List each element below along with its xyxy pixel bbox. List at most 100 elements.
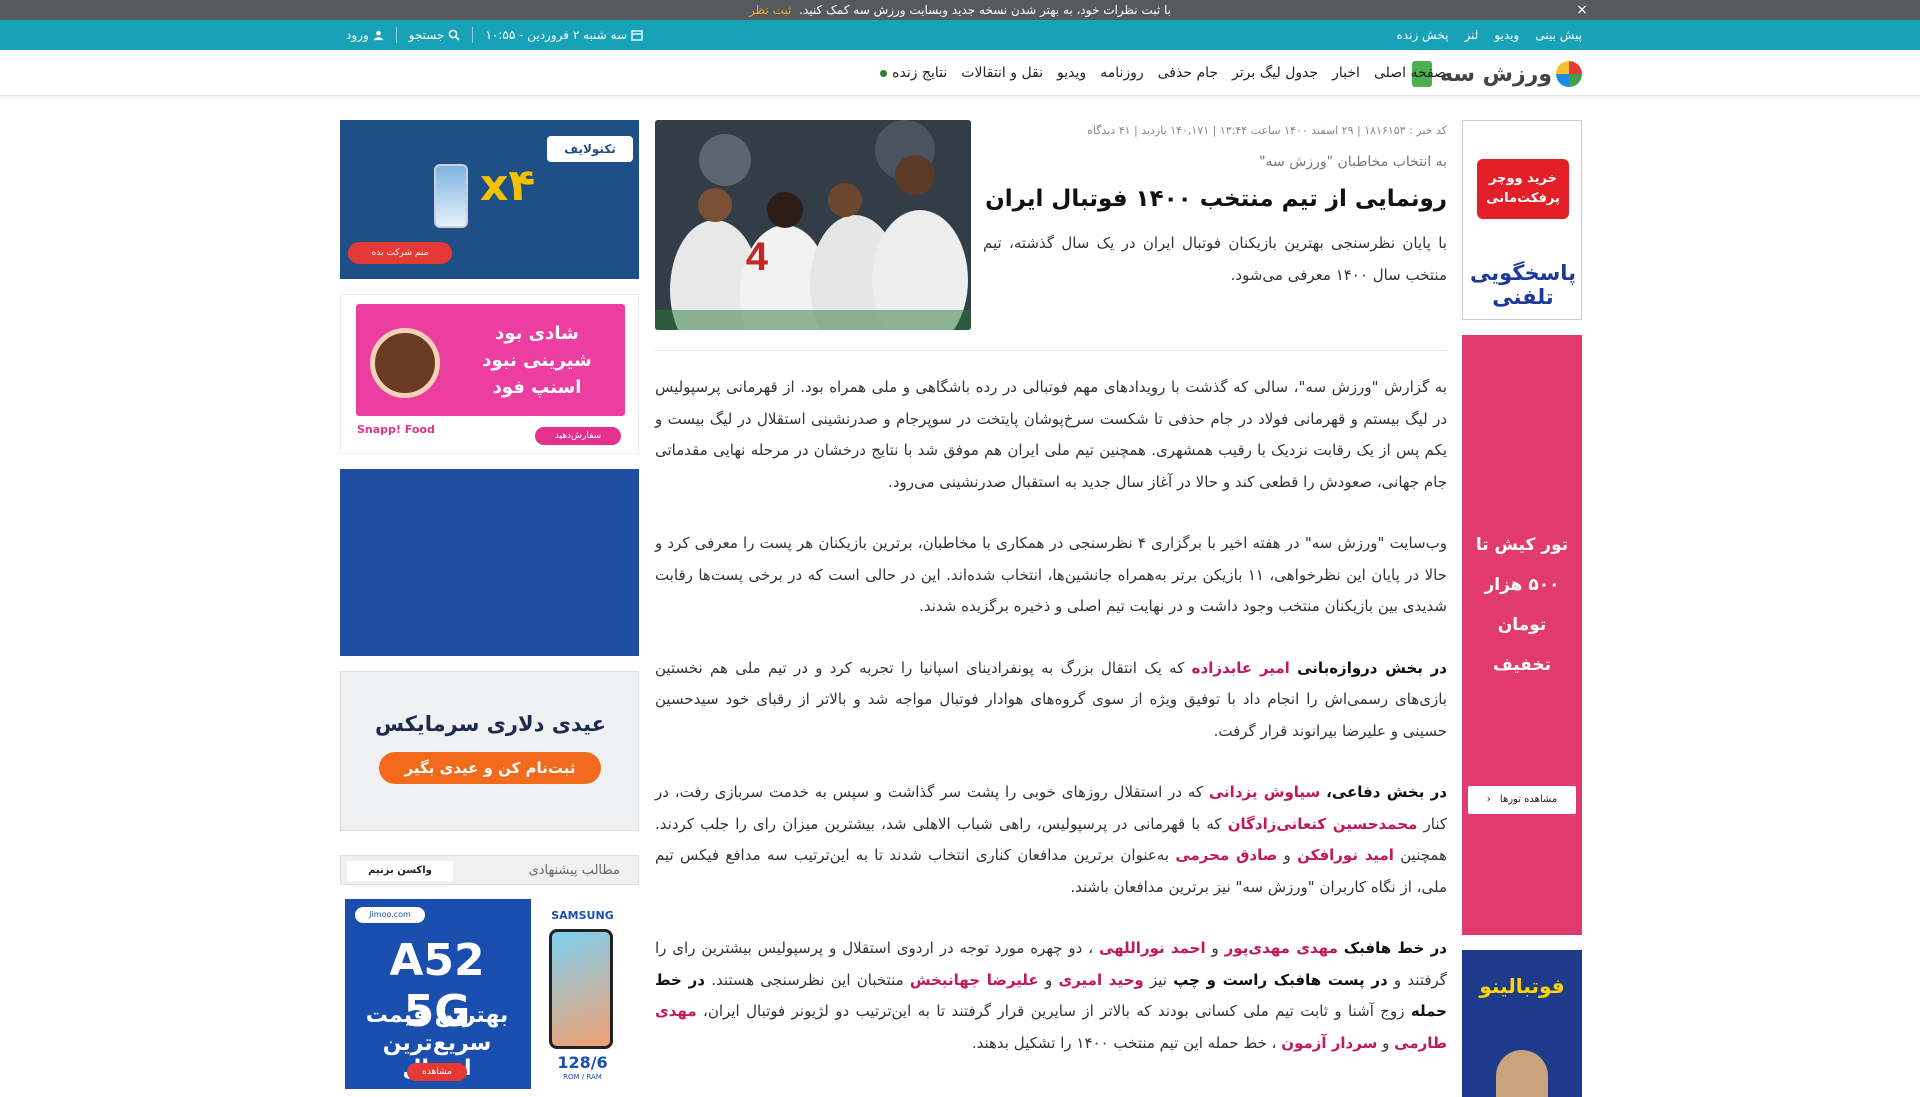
top-bar: پیش بینی ویدیو لنز پخش زنده ورود جستجو س… <box>0 20 1920 50</box>
live-results-label: نتایج زنده <box>892 65 948 81</box>
ad-snappfood-button[interactable]: سفارش‌دهید <box>535 427 621 445</box>
ad-jimoo-brand: SAMSUNG <box>551 909 614 922</box>
ad-technolife-brand: تکنولایف <box>547 136 633 162</box>
top-tools: ورود جستجو سه شنبه ۲ فروردین - ۱۰:۵۵ <box>346 20 643 50</box>
article-meta: کد خبر : ۱۸۱۶۱۵۳ | ۲۹ اسفند ۱۴۰۰ ساعت ۱۳… <box>1087 124 1447 137</box>
chevron-left-icon: ‹ <box>1486 794 1491 805</box>
ad-perfectmoney-top: خرید ووچر پرفکت‌مانی <box>1477 159 1569 219</box>
ad-sarmayex-button[interactable]: ثبت‌نام کن و عیدی بگیر <box>379 752 601 784</box>
ad-jimoo-button[interactable]: مشاهده <box>407 1063 467 1081</box>
nav-menu: صفحه اصلی اخبار جدول لیگ برتر جام حذفی ر… <box>880 50 1446 96</box>
top-link-lens[interactable]: لنز <box>1464 28 1478 42</box>
ad-kish-button-label: مشاهده تورها <box>1499 794 1558 805</box>
player-link-jahanbakhsh[interactable]: علیرضا جهانبخش <box>910 971 1039 989</box>
player-link-abedzadeh[interactable]: امیر عابدزاده <box>1192 659 1290 677</box>
cake-image <box>370 328 440 398</box>
section-label-goalkeeper: در بخش دروازه‌بانی <box>1297 658 1447 677</box>
nav-item-league-table[interactable]: جدول لیگ برتر <box>1232 65 1318 81</box>
ad-snappfood-banner: شادی بود شیرینی نبود اسنپ فود <box>356 304 625 416</box>
player-link-mahdipour[interactable]: مهدی مهدی‌پور <box>1225 939 1338 957</box>
ad-kish-button[interactable]: مشاهده تورها ‹ <box>1468 786 1576 814</box>
divider <box>395 27 397 43</box>
user-icon <box>373 30 383 40</box>
nav-item-hazfi-cup[interactable]: جام حذفی <box>1158 65 1218 81</box>
search-icon <box>449 29 461 41</box>
ad-kish-tour[interactable]: تور کیش تا ۵۰۰ هزار تومان تخفیف مشاهده ت… <box>1462 335 1582 935</box>
nav-item-news[interactable]: اخبار <box>1332 65 1360 81</box>
main-nav: ورزش سه صفحه اصلی اخبار جدول لیگ برتر جا… <box>0 50 1920 96</box>
nav-item-transfers[interactable]: نقل و انتقالات <box>961 65 1043 81</box>
top-link-video[interactable]: ویدیو <box>1494 28 1519 42</box>
ad-sarmayex[interactable]: عیدی دلاری سرمایکس ثبت‌نام کن و عیدی بگی… <box>340 671 639 831</box>
ad-jimoo-ram-label: ROM / RAM <box>563 1073 602 1081</box>
date-display: سه شنبه ۲ فروردین - ۱۰:۵۵ <box>485 28 643 42</box>
recommended-label: مطالب پیشنهادی <box>528 863 620 878</box>
ad-perfectmoney[interactable]: خرید ووچر پرفکت‌مانی پاسخگویی تلفنی <box>1462 120 1582 320</box>
player-image <box>1496 1050 1548 1097</box>
ad-jimoo-line1: بهترین قیمت <box>365 1003 509 1028</box>
ad-kish-text: تور کیش تا ۵۰۰ هزار تومان تخفیف <box>1475 535 1569 675</box>
paragraph-text: منتخبان این نظرسنجی هستند. <box>711 970 904 989</box>
phone-panel: SAMSUNG 128/6 ROM / RAM <box>531 899 634 1089</box>
ad-jimoo-samsung[interactable]: Jimoo.com A52 5G بهترین قیمت سریع‌ترین ا… <box>345 899 634 1089</box>
notice-text: با ثبت نظرات خود، به بهتر شدن نسخه جدید … <box>799 3 1172 17</box>
notice-bar: با ثبت نظرات خود، به بهتر شدن نسخه جدید … <box>0 0 1920 20</box>
article-lead: با پایان نظرسنجی بهترین بازیکنان فوتبال … <box>983 234 1447 284</box>
ad-footballino[interactable]: فوتبالینو <box>1462 950 1582 1097</box>
paragraph-text: و <box>1382 1033 1390 1052</box>
paragraph-2: وب‌سایت "ورزش سه" در هفته اخیر با برگزار… <box>655 534 1447 615</box>
ad-technolife-button[interactable]: منم شرکت بده <box>348 242 452 264</box>
paragraph-5: در خط هافبک مهدی مهدی‌پور و احمد نورالله… <box>655 933 1447 1059</box>
article-kicker: به انتخاب مخاطبان "ورزش سه" <box>1259 154 1447 170</box>
recommended-header: مطالب پیشنهادی واکسن بزنیم <box>340 855 639 885</box>
player-link-nourafkan[interactable]: امید نورافکن <box>1297 846 1394 864</box>
top-link-live[interactable]: پخش زنده <box>1397 28 1449 42</box>
ad-snappfood-text: شادی بود شیرینی نبود اسنپ فود <box>482 323 592 398</box>
divider <box>655 350 1447 351</box>
paragraph-text: و <box>1283 846 1291 864</box>
ad-perfectmoney-bottom: پاسخگویی تلفنی <box>1469 261 1577 309</box>
ad-technolife-big: x۴ <box>480 160 536 211</box>
paragraph-text: نیز <box>1149 970 1167 989</box>
ad-snappfood[interactable]: شادی بود شیرینی نبود اسنپ فود Snapp! Foo… <box>340 294 639 454</box>
team-celebration-image: 4 <box>655 120 971 330</box>
nav-item-home[interactable]: صفحه اصلی <box>1374 65 1446 81</box>
notice-feedback-link[interactable]: ثبت نظر <box>749 3 791 17</box>
ad-sarmayex-title: عیدی دلاری سرمایکس <box>374 712 607 736</box>
logo-mark-icon <box>1556 61 1582 87</box>
date-text: سه شنبه ۲ فروردین - ۱۰:۵۵ <box>485 28 628 42</box>
article-body: به گزارش "ورزش سه"، سالی که گذشت با روید… <box>655 372 1447 1089</box>
player-link-moharrami[interactable]: صادق محرمی <box>1175 846 1277 864</box>
ad-footballino-text: فوتبالینو <box>1479 974 1565 998</box>
login-button[interactable]: ورود <box>346 28 384 42</box>
close-icon[interactable]: × <box>1572 0 1592 20</box>
divider <box>472 27 474 43</box>
calendar-icon <box>631 30 643 41</box>
ad-jimoo-ram: 128/6 <box>557 1053 608 1072</box>
nav-item-live-results[interactable]: نتایج زنده <box>880 65 947 81</box>
paragraph-4: در بخش دفاعی، سیاوش یزدانی که در استقلال… <box>655 777 1447 903</box>
ad-blank-blue[interactable] <box>340 469 639 656</box>
player-link-yazdani[interactable]: سیاوش یزدانی <box>1209 783 1320 801</box>
nav-item-video[interactable]: ویدیو <box>1057 65 1086 81</box>
ad-technolife[interactable]: تکنولایف x۴ منم شرکت بده <box>340 120 639 279</box>
search-label: جستجو <box>408 28 445 42</box>
section-label-midfield: در خط هافبک <box>1343 939 1447 957</box>
hero-image: 4 <box>655 120 971 330</box>
phone-image <box>549 929 613 1049</box>
section-label-wings: در پست هافبک راست و چپ <box>1173 970 1388 989</box>
live-dot-icon <box>880 69 888 77</box>
player-link-azmoun[interactable]: سردار آزمون <box>1281 1034 1377 1052</box>
paragraph-text: و <box>1044 970 1053 989</box>
player-link-kanaani[interactable]: محمدحسین کنعانی‌زادگان <box>1228 815 1418 833</box>
nav-item-newspaper[interactable]: روزنامه <box>1100 65 1143 81</box>
paragraph-text: ، خط حمله این تیم منتخب ۱۴۰۰ را تشکیل بد… <box>971 1033 1277 1052</box>
player-link-nourollahi[interactable]: احمد نوراللهی <box>1099 939 1206 957</box>
logo-text: ورزش سه <box>1440 61 1552 87</box>
vaccine-banner[interactable]: واکسن بزنیم <box>347 861 453 881</box>
top-links: پیش بینی ویدیو لنز پخش زنده <box>1397 20 1582 50</box>
top-link-predict[interactable]: پیش بینی <box>1535 28 1582 42</box>
search-button[interactable]: جستجو <box>409 28 461 42</box>
player-link-amiri[interactable]: وحید امیری <box>1058 971 1143 989</box>
paragraph-1: به گزارش "ورزش سه"، سالی که گذشت با روید… <box>655 378 1447 491</box>
